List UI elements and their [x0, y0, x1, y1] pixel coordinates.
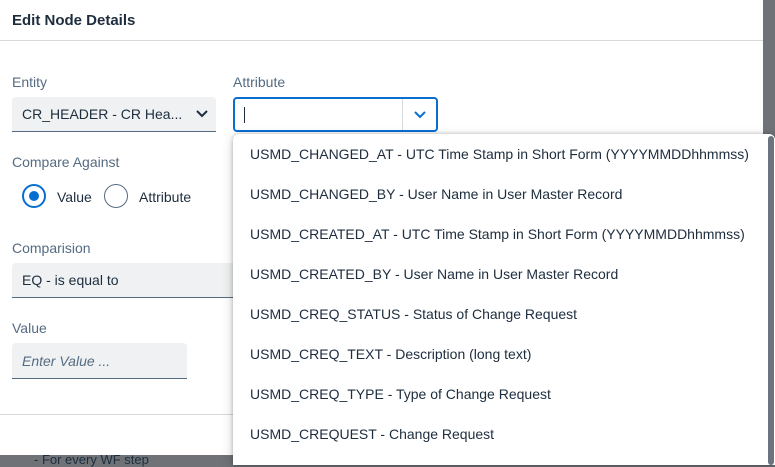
dialog-title: Edit Node Details: [12, 11, 136, 29]
list-item[interactable]: USMD_CREQ_TEXT - Description (long text): [233, 334, 767, 374]
entity-label: Entity: [12, 74, 48, 90]
attribute-combobox[interactable]: [233, 97, 438, 132]
attribute-input[interactable]: [235, 99, 402, 130]
scrollbar-track[interactable]: [767, 134, 775, 465]
compare-against-label: Compare Against: [12, 154, 120, 170]
attribute-dropdown-button[interactable]: [402, 99, 436, 130]
entity-select-value: CR_HEADER - CR Hea...: [22, 106, 183, 122]
value-field[interactable]: [12, 343, 187, 379]
attribute-label: Attribute: [233, 74, 286, 90]
chevron-down-icon: [188, 110, 216, 118]
list-item[interactable]: USMD_CHANGED_BY - User Name in User Mast…: [233, 174, 767, 214]
list-item[interactable]: USMD_CREQ_STATUS - Status of Change Requ…: [233, 294, 767, 334]
comparision-select-value: EQ - is equal to: [22, 272, 119, 288]
radio-attribute[interactable]: [104, 184, 128, 208]
text-cursor: [244, 107, 245, 123]
attribute-suggestions-list: USMD_CHANGED_AT - UTC Time Stamp in Shor…: [233, 134, 767, 454]
dialog-header: Edit Node Details: [0, 0, 763, 41]
comparision-label: Comparision: [12, 240, 91, 256]
entity-select[interactable]: CR_HEADER - CR Hea...: [12, 97, 216, 132]
list-item[interactable]: USMD_CHANGED_AT - UTC Time Stamp in Shor…: [233, 134, 767, 174]
list-item[interactable]: USMD_CREATED_AT - UTC Time Stamp in Shor…: [233, 214, 767, 254]
list-item[interactable]: USMD_CREQUEST - Change Request: [233, 414, 767, 454]
value-label: Value: [12, 320, 47, 336]
radio-value[interactable]: [22, 184, 46, 208]
comparision-select[interactable]: EQ - is equal to: [12, 263, 242, 298]
value-input[interactable]: [12, 343, 187, 378]
radio-value-label[interactable]: Value: [57, 189, 92, 205]
radio-attribute-label[interactable]: Attribute: [139, 189, 191, 205]
chevron-down-icon: [413, 110, 426, 118]
scrollbar-thumb[interactable]: [768, 136, 774, 465]
list-item[interactable]: USMD_CREATED_BY - User Name in User Mast…: [233, 254, 767, 294]
attribute-suggestions-popover: USMD_CHANGED_AT - UTC Time Stamp in Shor…: [233, 134, 775, 465]
list-item[interactable]: USMD_CREQ_TYPE - Type of Change Request: [233, 374, 767, 414]
